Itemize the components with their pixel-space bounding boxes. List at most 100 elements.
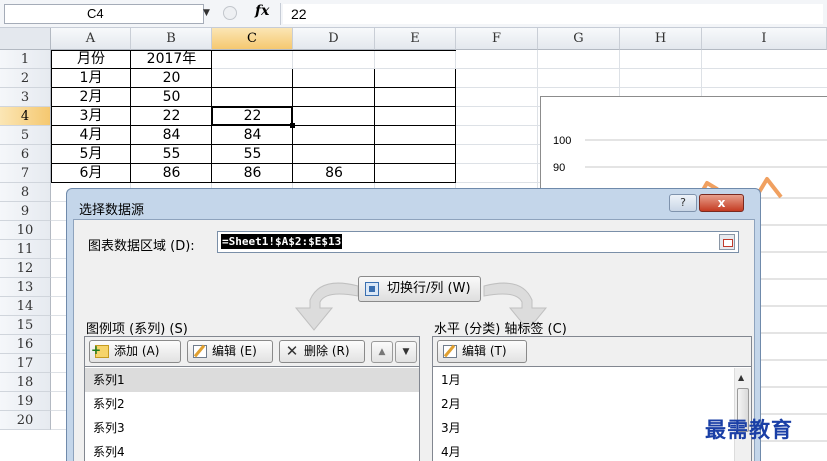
row-header-7[interactable]: 7 [0, 164, 51, 183]
active-cell-outline[interactable] [211, 106, 293, 126]
data-range-label: 图表数据区域 (D): [88, 239, 195, 254]
edit-series-button[interactable]: 编辑 (E) [187, 340, 273, 363]
cell-b5[interactable]: 84 [131, 126, 212, 145]
name-box[interactable]: C4 [4, 4, 204, 24]
row-header-1[interactable]: 1 [0, 50, 51, 69]
select-data-source-dialog: 选择数据源 ? x 图表数据区域 (D): =Sheet1!$A$2:$E$13… [66, 188, 761, 461]
delete-series-button[interactable]: ✕ 删除 (R) [279, 340, 365, 363]
scroll-up-icon[interactable]: ▲ [738, 373, 744, 382]
add-icon [91, 340, 109, 361]
row-header-12[interactable]: 12 [0, 259, 51, 278]
move-up-button[interactable]: ▲ [371, 341, 393, 363]
cell-b1[interactable]: 2017年 [131, 50, 212, 69]
fill-handle[interactable] [290, 123, 295, 128]
cell-border [375, 69, 456, 88]
cell-c7[interactable]: 86 [212, 164, 293, 183]
watermark-text: 最需教育 [705, 417, 793, 442]
legend-toolbar: 添加 (A) 编辑 (E) ✕ 删除 (R) ▲ ▼ [85, 337, 419, 367]
cell-a2[interactable]: 1月 [51, 69, 131, 88]
row-header-20[interactable]: 20 [0, 411, 51, 430]
edit-icon [193, 345, 207, 358]
help-button[interactable]: ? [669, 194, 697, 212]
switch-row-column-button[interactable]: 切换行/列 (W) [358, 276, 481, 302]
row-header-15[interactable]: 15 [0, 316, 51, 335]
legend-list-item[interactable]: 系列1 [85, 368, 419, 392]
left-curved-arrow-icon [294, 282, 359, 331]
legend-entries-list[interactable]: 系列1 系列2 系列3 系列4 [85, 368, 419, 461]
row-header-4[interactable]: 4 [0, 107, 51, 126]
row-header-19[interactable]: 19 [0, 392, 51, 411]
row-header-18[interactable]: 18 [0, 373, 51, 392]
add-series-label: 添加 (A) [114, 344, 160, 358]
cell-a7[interactable]: 6月 [51, 164, 131, 183]
cell-b4[interactable]: 22 [131, 107, 212, 126]
row-header-3[interactable]: 3 [0, 88, 51, 107]
column-header-i[interactable]: I [702, 28, 827, 50]
cell-a3[interactable]: 2月 [51, 88, 131, 107]
column-header-b[interactable]: B [131, 28, 212, 50]
column-header-a[interactable]: A [51, 28, 131, 50]
cell-a5[interactable]: 4月 [51, 126, 131, 145]
move-down-button[interactable]: ▼ [395, 341, 417, 363]
function-icon[interactable]: fx [255, 3, 269, 19]
edit-icon [443, 345, 457, 358]
row-header-9[interactable]: 9 [0, 202, 51, 221]
y-tick-label: 90 [553, 162, 565, 174]
edit-axis-labels-button[interactable]: 编辑 (T) [437, 340, 527, 363]
cell-b3[interactable]: 50 [131, 88, 212, 107]
row-header-13[interactable]: 13 [0, 278, 51, 297]
cancel-icon[interactable] [223, 6, 237, 20]
cell-b7[interactable]: 86 [131, 164, 212, 183]
axis-list-item[interactable]: 3月 [433, 416, 734, 440]
dialog-title: 选择数据源 [79, 203, 145, 218]
close-button[interactable]: x [699, 194, 744, 212]
switch-row-column-label: 切换行/列 (W) [387, 281, 471, 296]
column-header-f[interactable]: F [456, 28, 538, 50]
switch-row-column-icon [365, 282, 379, 296]
legend-list-item[interactable]: 系列4 [85, 440, 419, 461]
collapse-dialog-icon[interactable] [719, 234, 735, 250]
delete-icon: ✕ [285, 342, 299, 360]
cell-d7[interactable]: 86 [293, 164, 375, 183]
row-header-14[interactable]: 14 [0, 297, 51, 316]
axis-list-item[interactable]: 4月 [433, 440, 734, 461]
formula-input[interactable]: 22 [283, 4, 823, 24]
formula-separator [280, 3, 281, 25]
axis-labels-list[interactable]: 1月 2月 3月 4月 [433, 368, 734, 461]
y-tick-label: 100 [553, 135, 571, 147]
axis-list-item[interactable]: 2月 [433, 392, 734, 416]
legend-entries-panel: 添加 (A) 编辑 (E) ✕ 删除 (R) ▲ ▼ 系列1系列2系列3系列4 [84, 336, 420, 461]
select-all-corner[interactable] [0, 28, 51, 50]
column-header-d[interactable]: D [293, 28, 375, 50]
cell-border [293, 145, 375, 164]
row-header-11[interactable]: 11 [0, 240, 51, 259]
cell-a6[interactable]: 5月 [51, 145, 131, 164]
column-header-g[interactable]: G [538, 28, 620, 50]
column-header-h[interactable]: H [620, 28, 702, 50]
cell-b2[interactable]: 20 [131, 69, 212, 88]
cell-c6[interactable]: 55 [212, 145, 293, 164]
axis-list-item[interactable]: 1月 [433, 368, 734, 392]
row-header-2[interactable]: 2 [0, 69, 51, 88]
legend-list-item[interactable]: 系列3 [85, 416, 419, 440]
row-header-10[interactable]: 10 [0, 221, 51, 240]
data-range-input[interactable]: =Sheet1!$A$2:$E$13 [217, 231, 739, 253]
column-header-c[interactable]: C [212, 28, 293, 50]
cell-border [375, 145, 456, 164]
chevron-down-icon[interactable]: ▼ [203, 8, 210, 18]
add-series-button[interactable]: 添加 (A) [89, 340, 181, 363]
legend-list-item[interactable]: 系列2 [85, 392, 419, 416]
row-header-5[interactable]: 5 [0, 126, 51, 145]
cell-c5[interactable]: 84 [212, 126, 293, 145]
column-header-e[interactable]: E [375, 28, 456, 50]
cell-b6[interactable]: 55 [131, 145, 212, 164]
row-header-17[interactable]: 17 [0, 354, 51, 373]
axis-labels-label: 水平 (分类) 轴标签 (C) [434, 322, 567, 337]
row-header-6[interactable]: 6 [0, 145, 51, 164]
cell-border [375, 88, 456, 107]
cell-a1[interactable]: 月份 [51, 50, 131, 69]
row-header-16[interactable]: 16 [0, 335, 51, 354]
row-header-8[interactable]: 8 [0, 183, 51, 202]
cell-border [293, 88, 375, 107]
cell-a4[interactable]: 3月 [51, 107, 131, 126]
